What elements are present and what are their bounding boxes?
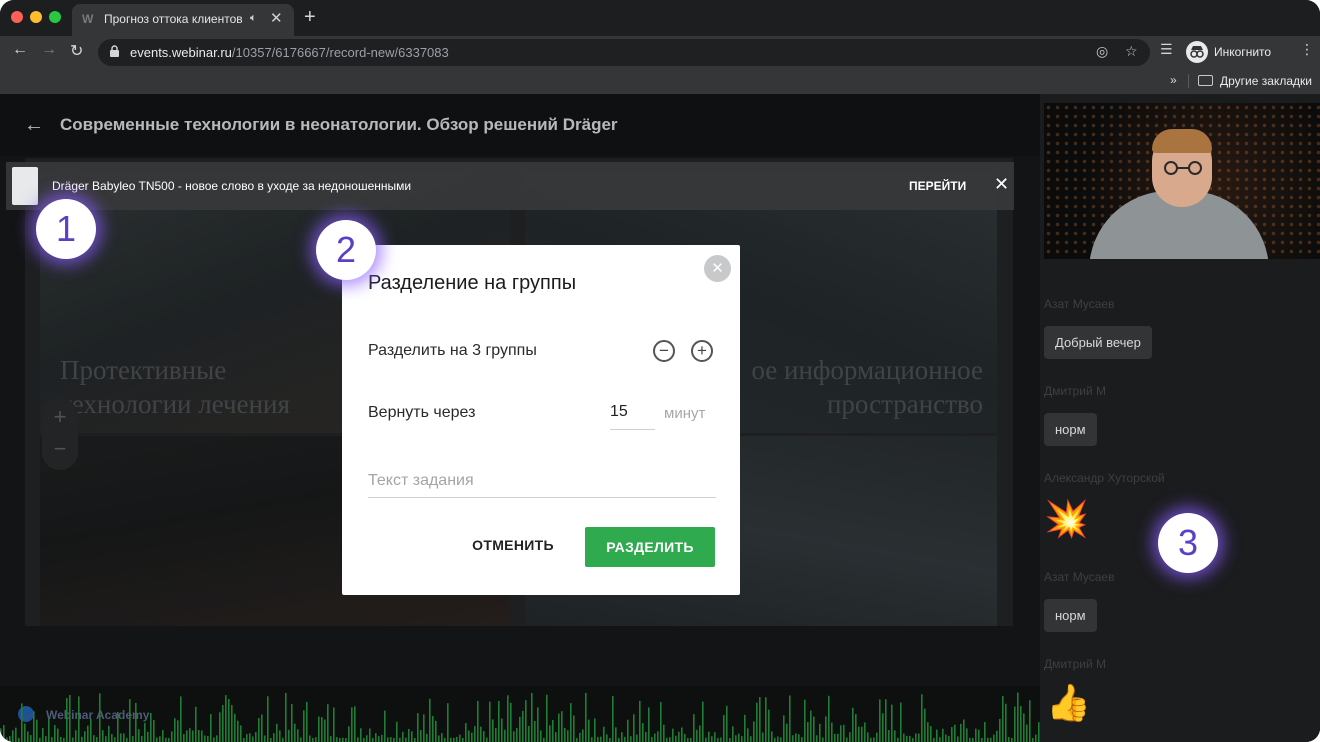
return-after-label: Вернуть через <box>368 404 476 421</box>
chat-author: Дмитрий М <box>1044 384 1106 398</box>
chat-message: норм <box>1044 413 1097 446</box>
close-window-button[interactable] <box>11 11 23 23</box>
url-text: events.webinar.ru/10357/6176667/record-n… <box>130 45 449 60</box>
bookmarks-overflow-chevron[interactable]: » <box>1170 73 1177 87</box>
back-icon[interactable]: ← <box>12 41 28 59</box>
chat-author: Дмитрий М <box>1044 657 1106 671</box>
forward-icon[interactable]: → <box>41 41 57 59</box>
chat-author: Азат Мусаев <box>1044 297 1115 311</box>
decrease-groups-button[interactable]: − <box>653 340 675 362</box>
split-button[interactable]: РАЗДЕЛИТЬ <box>585 527 715 567</box>
callout-badge-3: 3 <box>1158 513 1218 573</box>
maximize-window-button[interactable] <box>49 11 61 23</box>
other-bookmarks-folder[interactable]: Другие закладки <box>1220 74 1312 88</box>
dialog-title: Разделение на группы <box>368 272 577 294</box>
increase-groups-button[interactable]: + <box>691 340 713 362</box>
return-minutes-input[interactable]: 15 <box>610 397 655 430</box>
chat-author: Александр Хуторской <box>1044 471 1165 485</box>
chat-panel: Азат Мусаев Добрый вечер Дмитрий М норм … <box>1040 260 1320 742</box>
callout-badge-1: 1 <box>36 199 96 259</box>
profile-label: Инкогнито <box>1214 45 1272 59</box>
reading-list-icon[interactable]: ☰ <box>1160 41 1173 58</box>
speaker-icon[interactable]: 🔈︎ <box>250 12 257 25</box>
eye-off-icon[interactable]: ◎ <box>1096 43 1108 60</box>
bookmarks-divider <box>1188 74 1189 88</box>
split-groups-dialog: ✕ Разделение на группы Разделить на 3 гр… <box>342 245 740 595</box>
bookmarks-bar: » Другие закладки <box>0 68 1320 94</box>
presenter-hair <box>1152 129 1212 153</box>
favicon-icon: W <box>82 12 94 26</box>
chat-author: Азат Мусаев <box>1044 570 1115 584</box>
browser-window: W Прогноз оттока клиентов 🔈︎ ✕ + ← → ↻ e… <box>0 0 1320 742</box>
thumbs-up-emoji: 👍 <box>1046 682 1091 723</box>
browser-toolbar: ← → ↻ events.webinar.ru/10357/6176667/re… <box>0 36 1320 68</box>
tab-title: Прогноз оттока клиентов <box>104 12 243 26</box>
minutes-unit-label: минут <box>664 405 706 422</box>
browser-tab[interactable]: W Прогноз оттока клиентов 🔈︎ ✕ <box>72 4 294 36</box>
folder-icon <box>1198 75 1213 86</box>
address-bar[interactable]: events.webinar.ru/10357/6176667/record-n… <box>98 39 1150 66</box>
star-icon[interactable]: ☆ <box>1125 43 1138 60</box>
glasses-icon <box>1164 161 1202 175</box>
dialog-close-button[interactable]: ✕ <box>704 255 731 282</box>
banner-close-button[interactable]: ✕ <box>994 174 1009 195</box>
more-menu-icon[interactable]: ⋮ <box>1300 41 1314 58</box>
presenter-video <box>1044 103 1320 259</box>
callout-badge-2: 2 <box>316 220 376 280</box>
group-count-label: Разделить на 3 группы <box>368 342 537 359</box>
chat-message: норм <box>1044 599 1097 632</box>
explosion-emoji: 💥 <box>1044 498 1089 539</box>
url-path: /10357/6176667/record-new/6337083 <box>231 45 449 60</box>
chat-message: Добрый вечер <box>1044 326 1152 359</box>
banner-text: Dräger Babyleo TN500 - новое слово в ухо… <box>52 179 412 193</box>
lock-icon <box>110 45 119 57</box>
new-tab-button[interactable]: + <box>304 6 316 29</box>
banner-go-button[interactable]: ПЕРЕЙТИ <box>909 179 966 193</box>
tab-strip: W Прогноз оттока клиентов 🔈︎ ✕ + <box>0 0 1320 36</box>
incognito-icon <box>1186 41 1208 63</box>
product-thumbnail <box>12 167 38 205</box>
task-text-input[interactable]: Текст задания <box>368 467 716 498</box>
cancel-button[interactable]: ОТМЕНИТЬ <box>458 537 568 561</box>
tab-close-button[interactable]: ✕ <box>270 9 283 27</box>
reload-icon[interactable]: ↻ <box>70 41 83 61</box>
minimize-window-button[interactable] <box>30 11 42 23</box>
url-domain: events.webinar.ru <box>130 45 232 60</box>
profile-button[interactable]: Инкогнито <box>1186 40 1271 64</box>
product-banner: Dräger Babyleo TN500 - новое слово в ухо… <box>6 162 1014 210</box>
